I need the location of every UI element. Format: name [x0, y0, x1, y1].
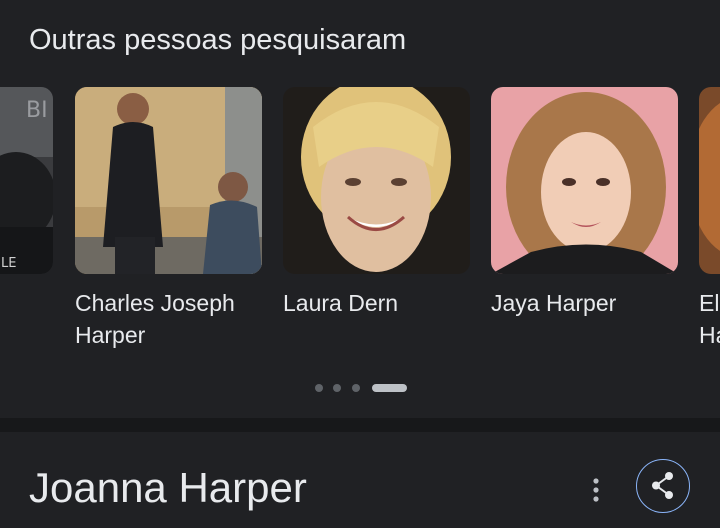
share-icon: [652, 472, 673, 499]
section-divider: [0, 418, 720, 432]
page-dot[interactable]: [333, 384, 341, 392]
page-dot[interactable]: [352, 384, 360, 392]
person-photo[interactable]: [75, 87, 262, 274]
person-name[interactable]: Laura Dern: [283, 287, 483, 319]
people-carousel[interactable]: BI LE Charles Joseph Harper Laura Dern J…: [0, 87, 720, 367]
page-dot-active[interactable]: [372, 384, 407, 392]
person-photo[interactable]: [283, 87, 470, 274]
entity-title: Joanna Harper: [29, 464, 307, 511]
people-also-search-section: Outras pessoas pesquisaram BI LE Charles…: [0, 0, 720, 418]
search-results-page: Outras pessoas pesquisaram BI LE Charles…: [0, 0, 720, 528]
person-name[interactable]: Charles Joseph Harper: [75, 287, 275, 351]
page-dot[interactable]: [315, 384, 323, 392]
person-name[interactable]: Jaya Harper: [491, 287, 691, 319]
svg-text:LE: LE: [1, 256, 16, 271]
person-name[interactable]: ElHa: [699, 287, 720, 351]
carousel-pagination: [0, 382, 720, 394]
more-vert-icon: [593, 478, 599, 502]
entity-header: Joanna Harper: [0, 432, 720, 528]
section-title: Outras pessoas pesquisaram: [29, 24, 407, 56]
share-button[interactable]: [636, 459, 690, 513]
person-photo[interactable]: [491, 87, 678, 274]
person-photo[interactable]: [699, 87, 720, 274]
person-photo[interactable]: BI LE: [0, 87, 53, 274]
svg-text:BI: BI: [26, 98, 48, 123]
more-options-button[interactable]: [580, 472, 612, 508]
